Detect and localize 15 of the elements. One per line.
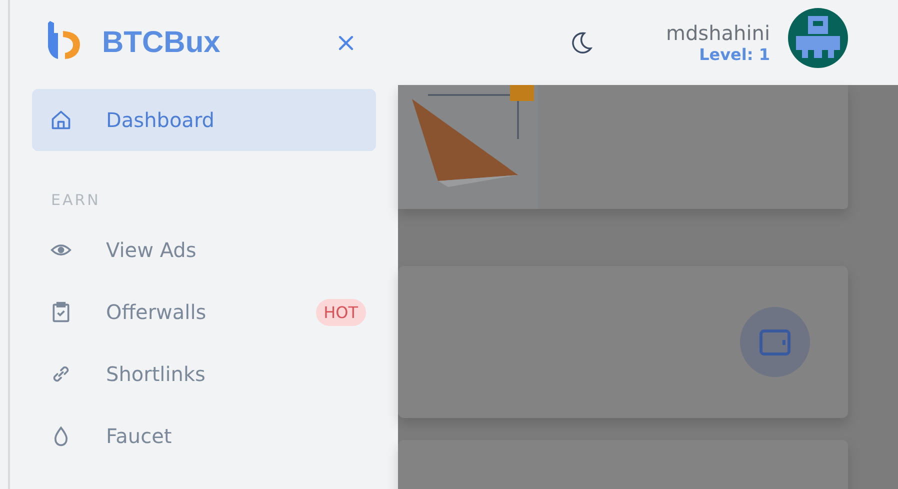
nav-item[interactable]: Faucet — [32, 405, 376, 467]
clipboard-check-icon — [50, 301, 72, 323]
nav-item[interactable]: Offerwalls HOT — [32, 281, 376, 343]
nav-item[interactable]: Dashboard — [32, 89, 376, 151]
brand-name: BTCBux — [102, 26, 220, 60]
username: mdshahini — [666, 21, 770, 45]
user-level: Level: 1 — [699, 45, 770, 64]
section-heading: EARN — [51, 191, 102, 209]
wallet-icon — [740, 307, 810, 377]
home-icon — [50, 109, 72, 131]
avatar-icon[interactable] — [788, 8, 848, 68]
nav-item[interactable]: Shortlinks — [32, 343, 376, 405]
nav-item[interactable]: View Ads — [32, 219, 376, 281]
hot-badge: HOT — [316, 298, 366, 326]
logo-icon — [46, 18, 82, 60]
